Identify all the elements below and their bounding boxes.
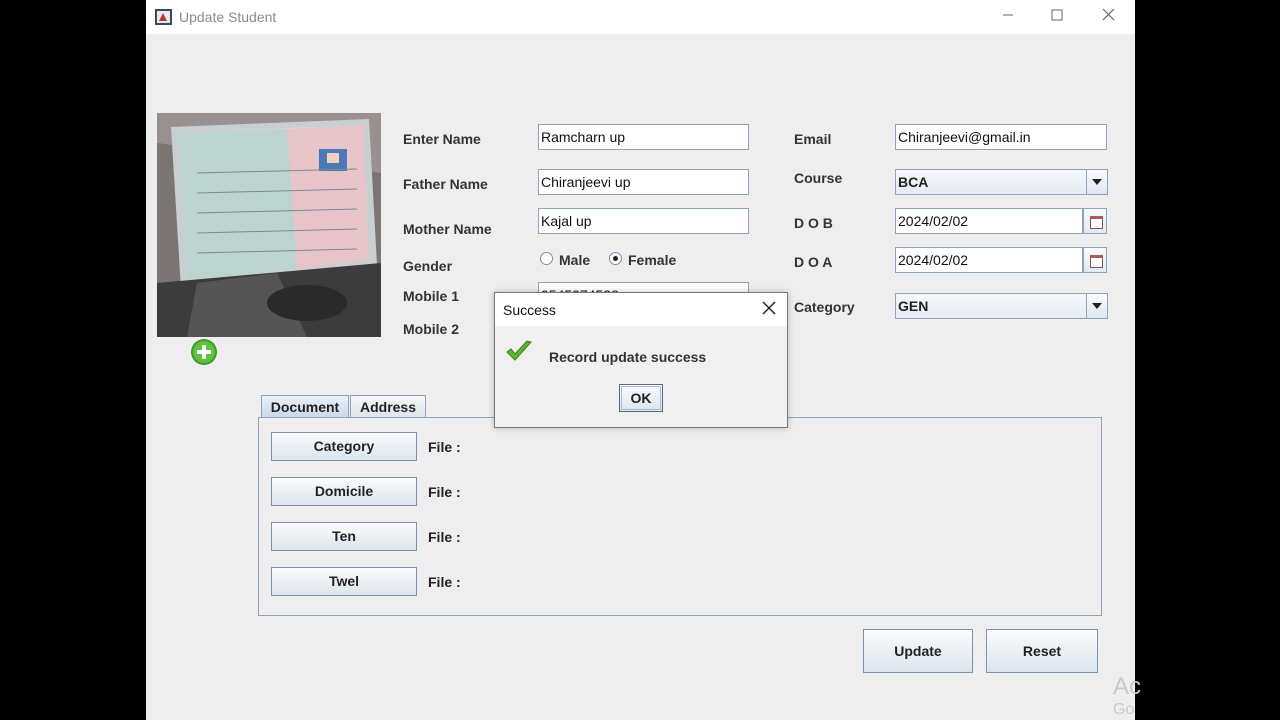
activation-watermark-sub: Go <box>1113 701 1135 718</box>
activation-watermark: Ac <box>1113 673 1142 700</box>
gender-male-label: Male <box>559 252 591 268</box>
plus-circle-icon[interactable] <box>190 338 218 366</box>
calendar-icon <box>1090 255 1103 268</box>
maximize-button[interactable] <box>1037 4 1077 30</box>
chevron-down-icon[interactable] <box>1086 170 1107 194</box>
reset-button[interactable]: Reset <box>986 629 1098 673</box>
domicile-file-label: File : <box>428 484 461 500</box>
name-label: Enter Name <box>403 131 481 147</box>
dialog-title: Success <box>503 302 556 318</box>
category-select[interactable]: GEN <box>895 293 1108 319</box>
father-name-label: Father Name <box>403 176 488 192</box>
course-select[interactable]: BCA <box>895 169 1108 195</box>
dob-calendar-button[interactable] <box>1083 208 1107 234</box>
course-selected-value: BCA <box>898 174 929 190</box>
doa-calendar-button[interactable] <box>1083 247 1107 273</box>
dialog-message: Record update success <box>549 349 707 365</box>
close-window-button[interactable] <box>1088 4 1128 30</box>
course-label: Course <box>794 170 843 186</box>
gender-female-radio[interactable] <box>609 252 622 265</box>
update-button[interactable]: Update <box>863 629 973 673</box>
ten-document-button[interactable]: Ten <box>271 522 417 551</box>
mobile2-label: Mobile 2 <box>403 321 460 337</box>
calendar-icon <box>1090 216 1103 229</box>
father-name-input[interactable]: Chiranjeevi up <box>538 169 749 195</box>
doa-input[interactable]: 2024/02/02 <box>895 247 1083 273</box>
category-document-button[interactable]: Category <box>271 432 417 461</box>
twel-document-button[interactable]: Twel <box>271 567 417 596</box>
window-title: Update Student <box>179 9 277 25</box>
category-file-label: File : <box>428 439 461 455</box>
tab-document[interactable]: Document <box>261 395 349 418</box>
dialog-title-bar: Success <box>495 293 787 326</box>
close-icon <box>1102 8 1114 21</box>
close-icon <box>762 301 776 315</box>
minimize-icon <box>1003 14 1013 16</box>
success-dialog: Success Record update success OK <box>494 292 788 428</box>
name-input[interactable]: Ramcharn up <box>538 124 749 150</box>
dob-label: D O B <box>794 215 833 231</box>
mother-name-input[interactable]: Kajal up <box>538 208 749 234</box>
document-photo-image <box>157 113 381 337</box>
gender-female-label: Female <box>628 252 677 268</box>
twel-file-label: File : <box>428 574 461 590</box>
dialog-close-button[interactable] <box>759 297 779 321</box>
mobile1-label: Mobile 1 <box>403 288 460 304</box>
gender-label: Gender <box>403 258 453 274</box>
java-app-icon <box>155 9 172 25</box>
email-label: Email <box>794 131 832 147</box>
chevron-down-icon[interactable] <box>1086 294 1107 318</box>
doa-label: D O A <box>794 254 833 270</box>
domicile-document-button[interactable]: Domicile <box>271 477 417 506</box>
mother-name-label: Mother Name <box>403 221 492 237</box>
category-selected-value: GEN <box>898 298 929 314</box>
email-input[interactable]: Chiranjeevi@gmail.in <box>895 124 1107 150</box>
category-label: Category <box>794 299 855 315</box>
gender-male-radio[interactable] <box>540 252 553 265</box>
checkmark-icon <box>506 340 532 361</box>
minimize-button[interactable] <box>988 4 1028 30</box>
tab-address[interactable]: Address <box>350 395 426 418</box>
ten-file-label: File : <box>428 529 461 545</box>
maximize-icon <box>1051 9 1063 21</box>
dob-input[interactable]: 2024/02/02 <box>895 208 1083 234</box>
student-photo <box>157 113 381 337</box>
ok-button[interactable]: OK <box>619 384 663 412</box>
title-bar: Update Student <box>146 0 1135 34</box>
